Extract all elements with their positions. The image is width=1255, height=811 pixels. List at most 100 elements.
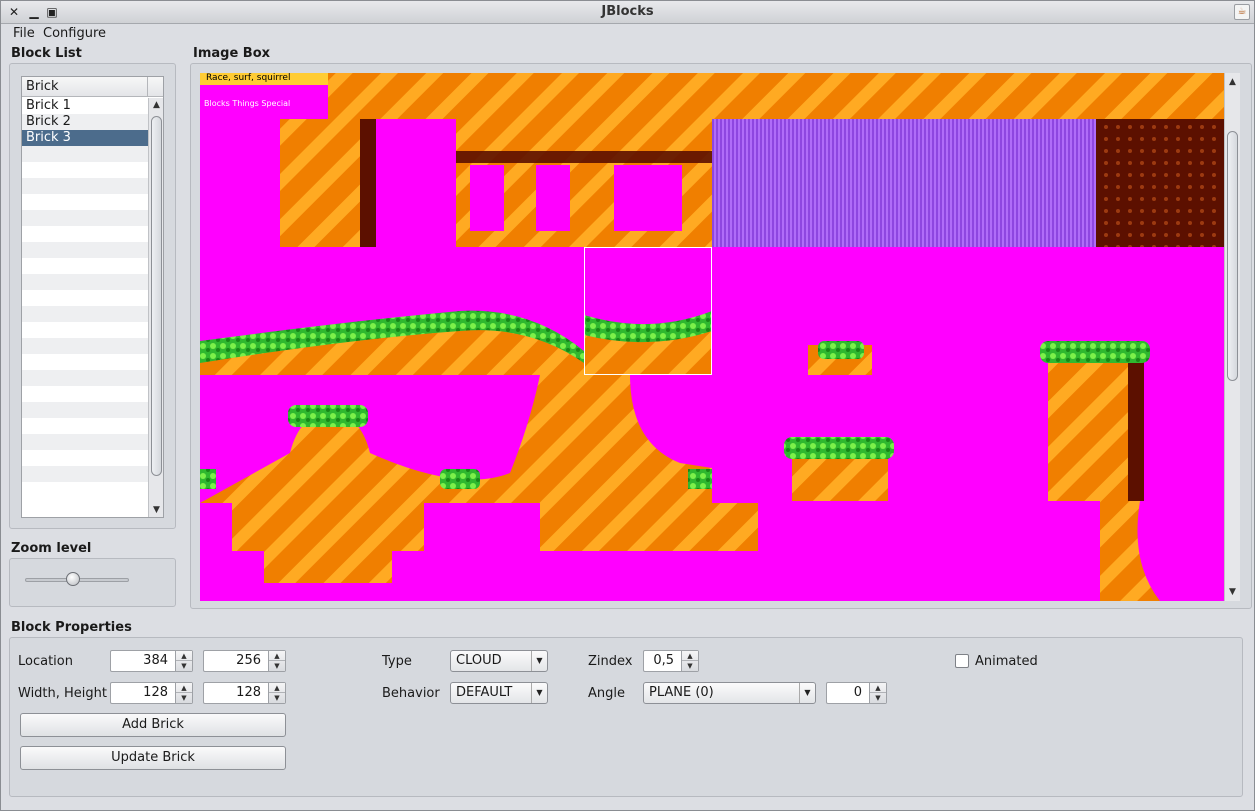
list-empty-row	[22, 178, 149, 194]
sprite-sheet-canvas[interactable]: Race, surf, squirrel Blocks Things Speci…	[200, 73, 1224, 601]
angle-combo[interactable]: PLANE (0) ▼	[643, 682, 816, 704]
spin-down-icon[interactable]: ▼	[176, 693, 192, 703]
zoom-slider-knob[interactable]	[66, 572, 80, 586]
width-value: 128	[143, 685, 168, 700]
menu-file[interactable]: File	[13, 26, 35, 41]
list-empty-row	[22, 162, 149, 178]
spin-down-icon[interactable]: ▼	[269, 693, 285, 703]
angle-number-value: 0	[853, 685, 862, 700]
zindex-label: Zindex	[588, 654, 633, 669]
spin-up-icon[interactable]: ▲	[682, 651, 698, 661]
list-empty-row	[22, 354, 149, 370]
list-empty-row	[22, 194, 149, 210]
window-title: JBlocks	[601, 4, 654, 19]
list-empty-row	[22, 418, 149, 434]
location-x-value: 384	[143, 653, 168, 668]
block-list-column-header[interactable]: Brick	[22, 77, 148, 97]
list-empty-row	[22, 274, 149, 290]
block-list-rows: Brick 1 Brick 2 Brick 3	[22, 98, 149, 498]
menu-bar: File Configure	[1, 25, 1254, 44]
spin-up-icon[interactable]: ▲	[176, 683, 192, 693]
angle-label: Angle	[588, 686, 625, 701]
list-empty-row	[22, 450, 149, 466]
zoom-level-title: Zoom level	[11, 541, 92, 556]
location-y-value: 256	[236, 653, 261, 668]
image-box-scrollbar[interactable]: ▲ ▼	[1224, 73, 1240, 601]
scroll-up-icon[interactable]: ▲	[1225, 75, 1240, 89]
list-empty-row	[22, 210, 149, 226]
list-empty-row	[22, 146, 149, 162]
scroll-down-icon[interactable]: ▼	[1225, 585, 1240, 599]
update-brick-button[interactable]: Update Brick	[20, 746, 286, 770]
list-empty-row	[22, 242, 149, 258]
spin-down-icon[interactable]: ▼	[682, 661, 698, 671]
list-empty-row	[22, 338, 149, 354]
location-x-spinner[interactable]: 384 ▲ ▼	[110, 650, 193, 672]
angle-value: PLANE (0)	[649, 685, 714, 700]
location-label: Location	[18, 654, 73, 669]
spin-down-icon[interactable]: ▼	[870, 693, 886, 703]
animated-checkbox[interactable]	[955, 654, 969, 668]
scrollbar-thumb[interactable]	[1227, 131, 1238, 381]
spinner-buttons: ▲ ▼	[268, 683, 285, 703]
spinner-buttons: ▲ ▼	[681, 651, 698, 671]
spinner-buttons: ▲ ▼	[175, 651, 192, 671]
list-empty-row	[22, 306, 149, 322]
zoom-panel	[9, 558, 176, 607]
sprite-sheet-image	[200, 73, 1224, 601]
height-value: 128	[236, 685, 261, 700]
list-empty-row	[22, 466, 149, 482]
animated-label: Animated	[975, 654, 1038, 669]
image-box-title: Image Box	[193, 46, 271, 61]
spin-up-icon[interactable]: ▲	[269, 651, 285, 661]
list-empty-row	[22, 386, 149, 402]
size-label: Width, Height	[18, 686, 108, 701]
list-empty-row	[22, 226, 149, 242]
chevron-down-icon: ▼	[799, 683, 815, 703]
block-list-scrollbar[interactable]: ▲ ▼	[148, 98, 163, 517]
scroll-up-icon[interactable]: ▲	[149, 98, 163, 112]
scrollbar-thumb[interactable]	[151, 116, 162, 476]
list-item-brick-1[interactable]: Brick 1	[22, 98, 149, 114]
behavior-combo[interactable]: DEFAULT ▼	[450, 682, 548, 704]
add-brick-button[interactable]: Add Brick	[20, 713, 286, 737]
sprite-caption-top: Race, surf, squirrel	[206, 73, 291, 83]
list-empty-row	[22, 482, 149, 498]
chevron-down-icon: ▼	[531, 651, 547, 671]
menu-configure[interactable]: Configure	[43, 26, 106, 41]
height-spinner[interactable]: 128 ▲ ▼	[203, 682, 286, 704]
angle-number-spinner[interactable]: 0 ▲ ▼	[826, 682, 887, 704]
behavior-label: Behavior	[382, 686, 440, 701]
sprite-caption-tabs: Blocks Things Special	[204, 99, 291, 108]
zindex-value: 0,5	[653, 653, 674, 668]
java-cup-icon: ☕	[1234, 4, 1250, 20]
block-list[interactable]: Brick Brick 1 Brick 2 Brick 3 ▲ ▼	[21, 76, 164, 518]
list-header-corner	[148, 77, 163, 97]
spinner-buttons: ▲ ▼	[175, 683, 192, 703]
list-item-brick-2[interactable]: Brick 2	[22, 114, 149, 130]
app-window: ✕ ▁ ▣ JBlocks ☕ File Configure Block Lis…	[0, 0, 1255, 811]
block-list-title: Block List	[11, 46, 82, 61]
spinner-buttons: ▲ ▼	[268, 651, 285, 671]
scroll-down-icon[interactable]: ▼	[149, 503, 163, 517]
title-bar: ✕ ▁ ▣ JBlocks ☕	[1, 1, 1254, 24]
type-label: Type	[382, 654, 412, 669]
behavior-value: DEFAULT	[456, 685, 513, 700]
list-item-brick-3[interactable]: Brick 3	[22, 130, 149, 146]
spin-down-icon[interactable]: ▼	[176, 661, 192, 671]
list-empty-row	[22, 258, 149, 274]
type-combo[interactable]: CLOUD ▼	[450, 650, 548, 672]
spin-up-icon[interactable]: ▲	[176, 651, 192, 661]
type-value: CLOUD	[456, 653, 502, 668]
chevron-down-icon: ▼	[531, 683, 547, 703]
list-empty-row	[22, 434, 149, 450]
spin-up-icon[interactable]: ▲	[870, 683, 886, 693]
zindex-spinner[interactable]: 0,5 ▲ ▼	[643, 650, 699, 672]
spinner-buttons: ▲ ▼	[869, 683, 886, 703]
list-empty-row	[22, 370, 149, 386]
location-y-spinner[interactable]: 256 ▲ ▼	[203, 650, 286, 672]
spin-down-icon[interactable]: ▼	[269, 661, 285, 671]
width-spinner[interactable]: 128 ▲ ▼	[110, 682, 193, 704]
spin-up-icon[interactable]: ▲	[269, 683, 285, 693]
list-empty-row	[22, 402, 149, 418]
